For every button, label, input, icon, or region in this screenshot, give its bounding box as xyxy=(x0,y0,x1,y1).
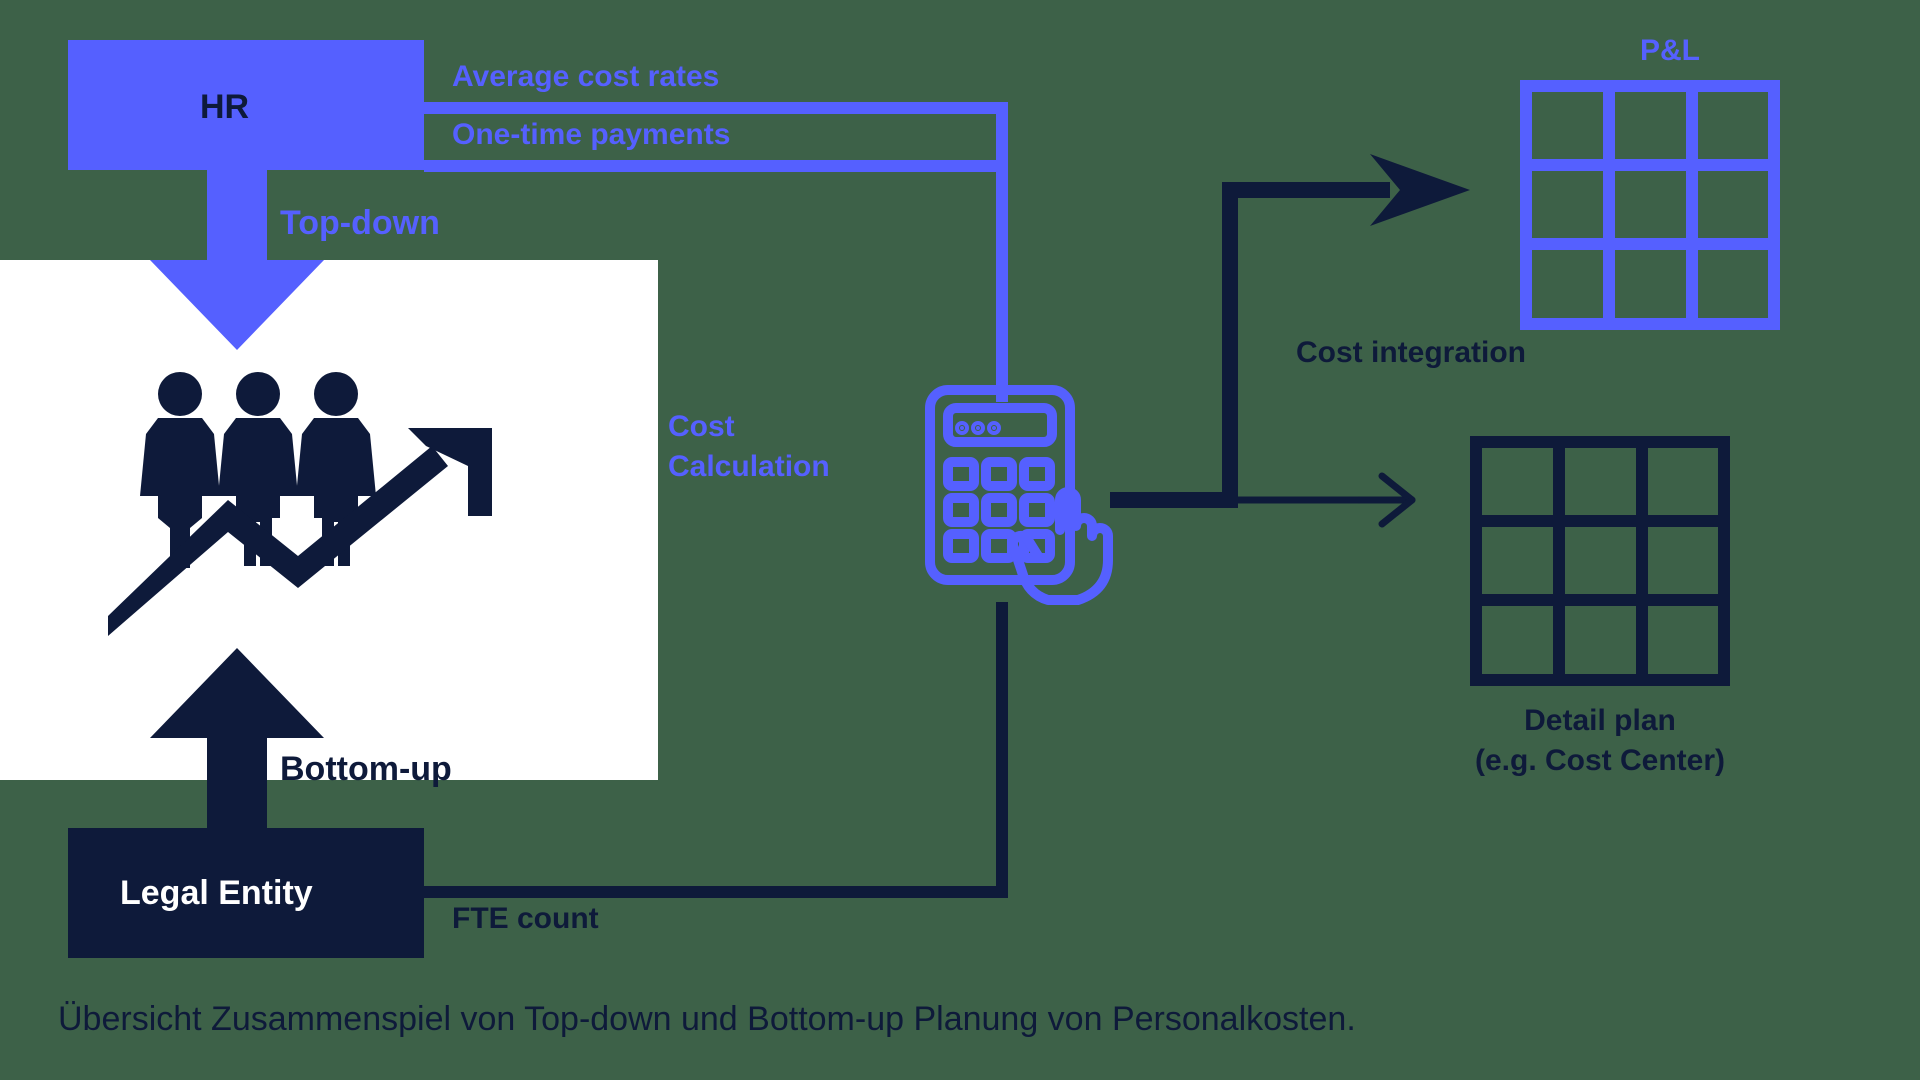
cost-calc-label-1: Cost xyxy=(668,410,735,444)
legal-connector-line-icon xyxy=(424,886,1008,898)
legal-output-label: FTE count xyxy=(452,902,599,936)
figure-caption: Übersicht Zusammenspiel von Top-down und… xyxy=(58,1000,1356,1039)
hr-connector-line-2-icon xyxy=(424,160,1008,172)
diagram-canvas: { "hr_block": { "title": "HR", "output1"… xyxy=(0,0,1920,1080)
cost-calc-label-2: Calculation xyxy=(668,450,830,484)
calculator-touch-icon xyxy=(920,380,1120,610)
pl-grid-icon xyxy=(1520,80,1780,330)
arrow-up-legal-icon xyxy=(150,648,324,828)
hr-direction-label: Top-down xyxy=(280,204,440,243)
arrow-down-hr-icon xyxy=(150,170,324,350)
detail-plan-label-1: Detail plan xyxy=(1450,704,1750,738)
legal-connector-up-icon xyxy=(996,602,1008,898)
detail-grid-icon xyxy=(1470,436,1730,686)
hr-connector-line-1-icon xyxy=(424,102,1008,114)
hr-connector-down-icon xyxy=(996,102,1008,402)
people-growth-icon xyxy=(108,366,492,636)
hr-output-1-label: Average cost rates xyxy=(452,60,719,94)
hr-title: HR xyxy=(200,88,249,127)
cost-integration-label: Cost integration xyxy=(1296,336,1526,370)
hr-output-2-label: One-time payments xyxy=(452,118,730,152)
pl-label: P&L xyxy=(1640,34,1700,68)
detail-plan-label-2: (e.g. Cost Center) xyxy=(1430,744,1770,778)
legal-entity-title: Legal Entity xyxy=(120,874,313,913)
legal-direction-label: Bottom-up xyxy=(280,750,452,789)
